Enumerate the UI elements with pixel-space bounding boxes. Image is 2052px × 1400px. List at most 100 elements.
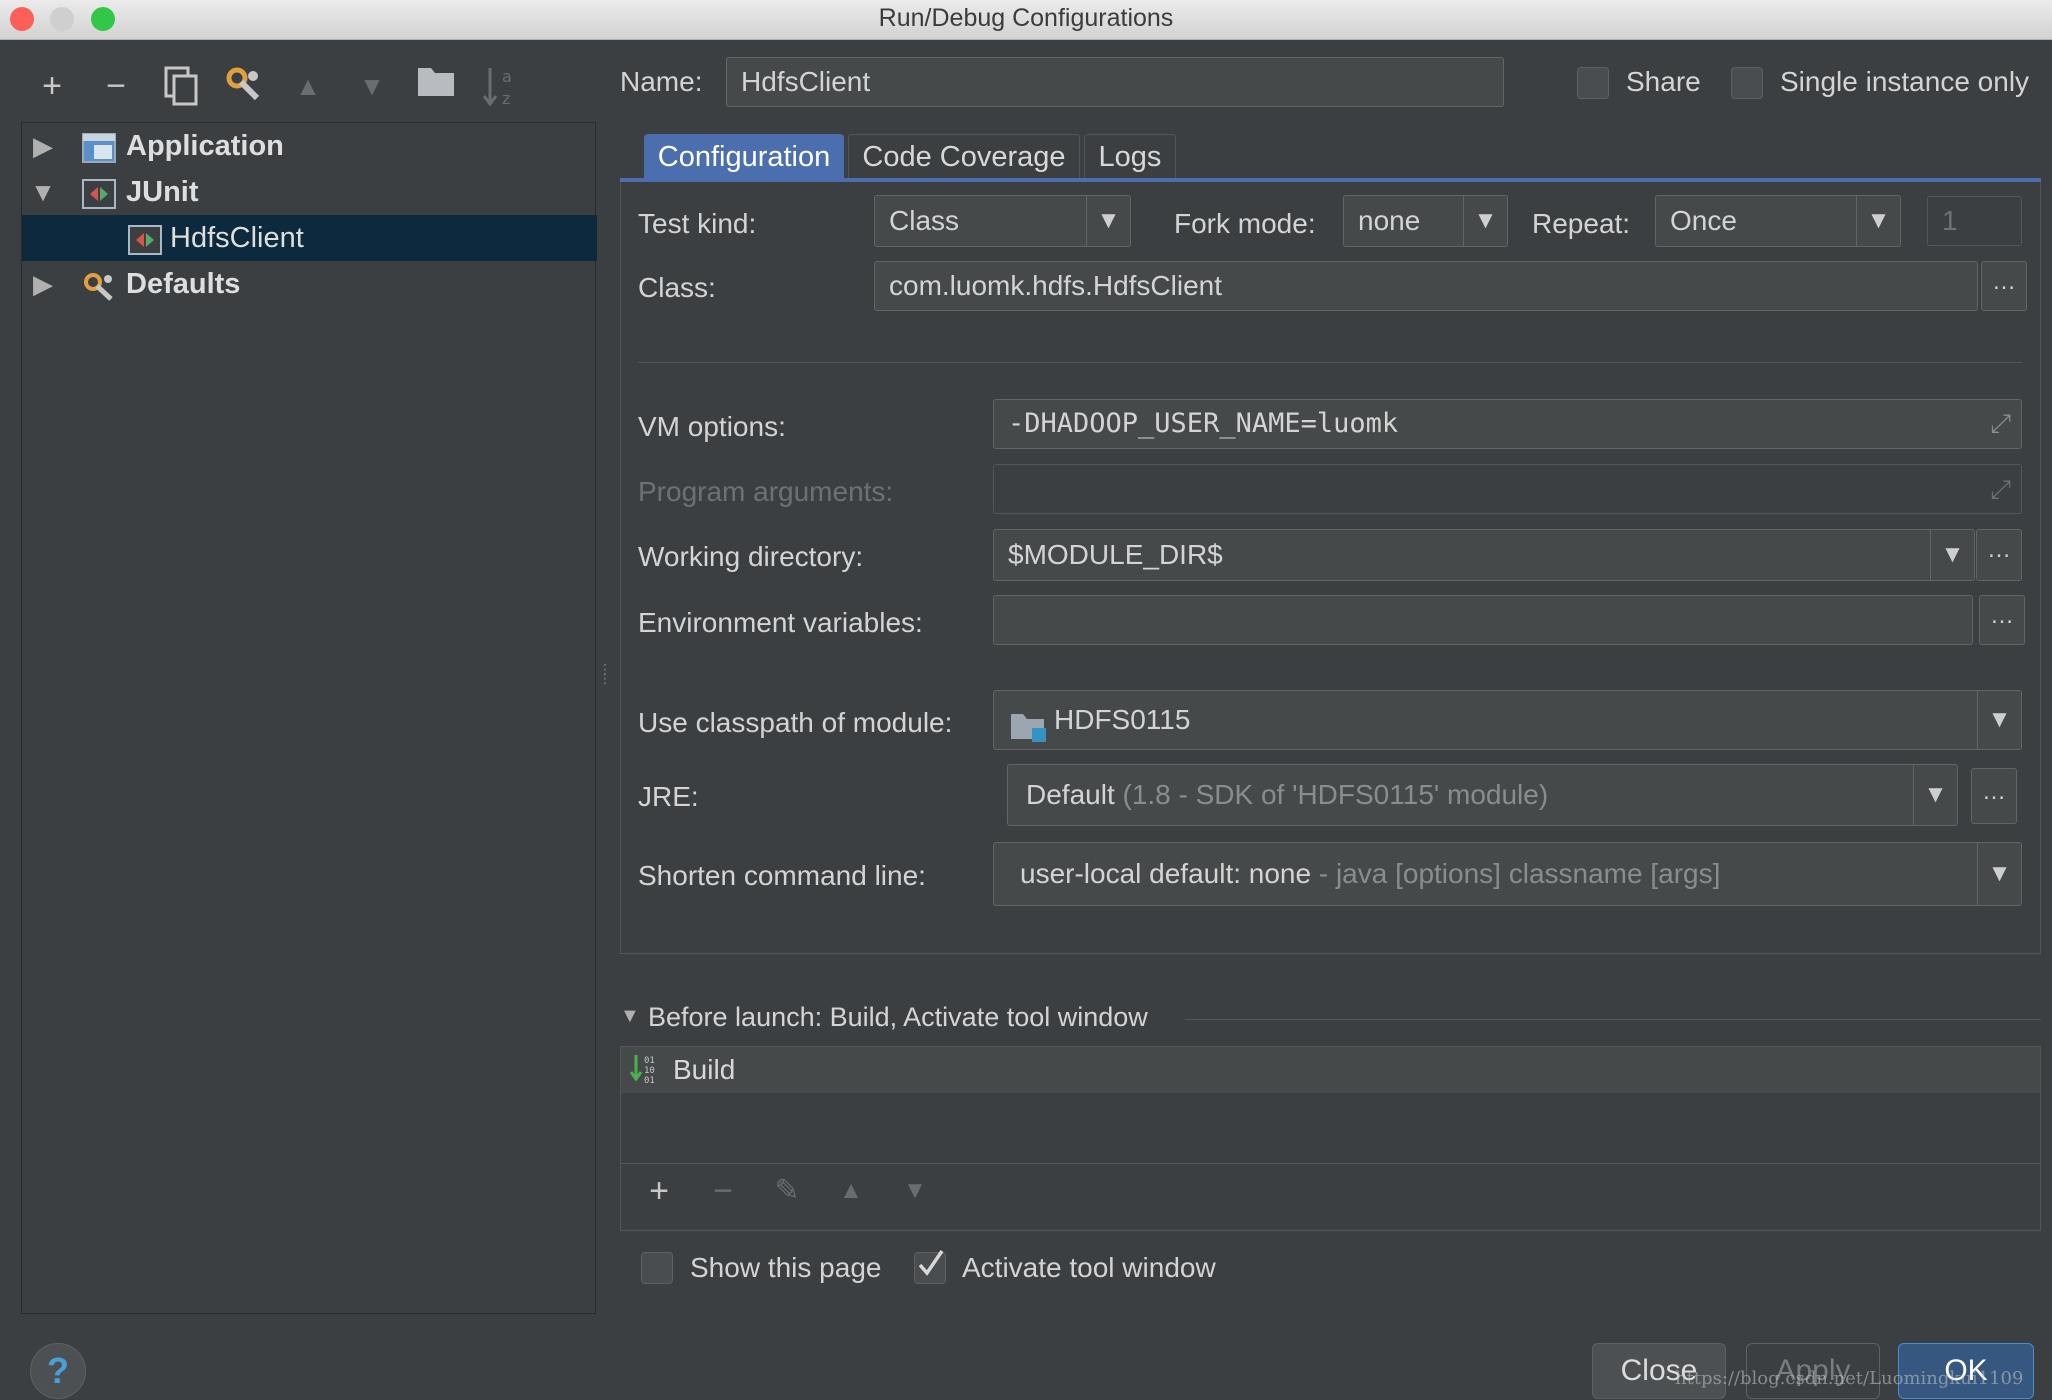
tree-item-label: HdfsClient <box>170 222 304 254</box>
environment-variables-label: Environment variables: <box>638 607 923 638</box>
splitter-handle[interactable]: ⋮ ⋮ <box>598 662 612 705</box>
test-kind-dropdown[interactable]: Class ▼ <box>874 195 1131 247</box>
test-kind-value: Class <box>889 205 960 236</box>
jre-detail: (1.8 - SDK of 'HDFS0115' module) <box>1122 779 1549 810</box>
remove-icon[interactable]: − <box>701 1169 745 1213</box>
defaults-wrench-icon <box>82 269 116 301</box>
program-arguments-input[interactable]: ⤢ <box>993 464 2022 514</box>
separator <box>621 1163 2040 1164</box>
fork-mode-label: Fork mode: <box>1174 208 1316 239</box>
expand-icon[interactable]: ⤢ <box>1990 465 2011 513</box>
activate-tool-window-checkbox[interactable] <box>914 1250 946 1284</box>
sort-icon[interactable]: az <box>478 64 522 108</box>
collapse-arrow-icon[interactable]: ▼ <box>28 169 58 215</box>
single-instance-checkbox[interactable] <box>1731 67 1763 99</box>
module-folder-icon <box>1010 705 1048 742</box>
class-browse-button[interactable]: … <box>1981 261 2027 311</box>
list-item[interactable]: 01 10 01 Build <box>621 1047 2040 1093</box>
chevron-down-icon[interactable]: ▼ <box>1856 196 1900 246</box>
build-icon: 01 10 01 <box>629 1053 663 1087</box>
class-input[interactable]: com.luomk.hdfs.HdfsClient <box>874 261 1978 311</box>
remove-icon[interactable]: − <box>94 64 138 108</box>
working-directory-browse-button[interactable]: … <box>1976 529 2022 581</box>
svg-text:a: a <box>502 67 512 86</box>
add-icon[interactable]: + <box>637 1169 681 1213</box>
watermark: https://blog.csdn.net/Luomingkui1109 <box>1675 1368 2024 1389</box>
before-launch-list: 01 10 01 Build + − ✎ ▲ ▼ <box>620 1046 2041 1231</box>
repeat-count-input[interactable]: 1 <box>1927 196 2022 246</box>
repeat-value: Once <box>1670 205 1737 236</box>
environment-variables-browse-button[interactable]: … <box>1979 595 2025 645</box>
classpath-module-value: HDFS0115 <box>1054 704 1191 735</box>
show-this-page-label: Show this page <box>690 1252 882 1283</box>
name-input[interactable]: HdfsClient <box>726 57 1504 107</box>
fork-mode-value: none <box>1358 205 1421 236</box>
tab-logs[interactable]: Logs <box>1084 134 1176 180</box>
move-down-icon[interactable]: ▼ <box>350 64 394 108</box>
show-this-page-checkbox[interactable] <box>641 1252 673 1284</box>
chevron-down-icon[interactable]: ▼ <box>1913 765 1957 825</box>
build-label: Build <box>673 1054 736 1085</box>
vm-options-value: -DHADOOP_USER_NAME=luomk <box>1008 408 1399 439</box>
svg-text:z: z <box>502 89 510 108</box>
shorten-command-line-value: user-local default: none <box>1020 858 1312 889</box>
program-arguments-label: Program arguments: <box>638 476 894 507</box>
svg-text:10: 10 <box>644 1066 655 1076</box>
move-down-icon[interactable]: ▼ <box>893 1169 937 1213</box>
move-up-icon[interactable]: ▲ <box>286 64 330 108</box>
repeat-label: Repeat: <box>1532 208 1631 239</box>
classpath-module-dropdown[interactable]: HDFS0115 ▼ <box>993 690 2022 750</box>
edit-icon[interactable]: ✎ <box>765 1169 809 1213</box>
jre-label: JRE: <box>638 781 699 812</box>
add-icon[interactable]: + <box>30 64 74 108</box>
help-button[interactable]: ? <box>30 1343 86 1399</box>
shorten-command-line-detail: - java [options] classname [args] <box>1318 858 1721 889</box>
folder-icon[interactable] <box>414 64 458 108</box>
wrench-icon[interactable] <box>222 64 266 108</box>
copy-icon[interactable] <box>158 64 202 108</box>
chevron-down-icon[interactable]: ▼ <box>1086 196 1130 246</box>
tab-code-coverage[interactable]: Code Coverage <box>848 134 1080 180</box>
shorten-command-line-dropdown[interactable]: user-local default: none - java [options… <box>993 842 2022 906</box>
expand-arrow-icon[interactable]: ▶ <box>28 123 58 169</box>
window-title: Run/Debug Configurations <box>878 4 1174 32</box>
jre-browse-button[interactable]: … <box>1971 768 2017 824</box>
tree-item-defaults[interactable]: ▶ Defaults <box>22 261 597 307</box>
collapse-triangle-icon[interactable]: ▼ <box>620 1005 640 1028</box>
classpath-module-label: Use classpath of module: <box>638 707 953 738</box>
before-launch-title: Before launch: Build, Activate tool wind… <box>648 1002 1148 1032</box>
jre-dropdown[interactable]: Default (1.8 - SDK of 'HDFS0115' module)… <box>1007 764 1958 826</box>
svg-text:01: 01 <box>644 1056 655 1066</box>
name-label: Name: <box>620 66 703 97</box>
separator <box>1185 1019 2041 1020</box>
junit-test-icon <box>128 223 162 255</box>
environment-variables-input[interactable] <box>993 595 1973 645</box>
title-bar: Run/Debug Configurations <box>0 0 2052 40</box>
application-icon <box>82 131 116 163</box>
chevron-down-icon[interactable]: ▼ <box>1977 691 2021 749</box>
move-up-icon[interactable]: ▲ <box>829 1169 873 1213</box>
tree-item-label: Application <box>126 130 284 162</box>
junit-icon <box>82 177 116 209</box>
repeat-dropdown[interactable]: Once ▼ <box>1655 195 1901 247</box>
activate-tool-window-label: Activate tool window <box>962 1252 1216 1283</box>
chevron-down-icon[interactable]: ▼ <box>1463 196 1507 246</box>
tree-item-label: JUnit <box>126 176 199 208</box>
working-directory-dropdown[interactable]: $MODULE_DIR$ ▼ <box>993 529 1975 581</box>
expand-arrow-icon[interactable]: ▶ <box>28 261 58 307</box>
single-instance-label: Single instance only <box>1780 66 2030 97</box>
share-checkbox[interactable] <box>1577 67 1609 99</box>
fork-mode-dropdown[interactable]: none ▼ <box>1343 195 1508 247</box>
checkmark-icon <box>918 1250 944 1276</box>
tree-item-application[interactable]: ▶ Application <box>22 123 597 169</box>
vm-options-input[interactable]: -DHADOOP_USER_NAME=luomk ⤢ <box>993 399 2022 449</box>
expand-icon[interactable]: ⤢ <box>1990 400 2011 448</box>
tree-item-label: Defaults <box>126 268 241 300</box>
test-kind-label: Test kind: <box>638 208 757 239</box>
tree-item-junit[interactable]: ▼ JUnit <box>22 169 597 215</box>
vm-options-label: VM options: <box>638 411 786 442</box>
chevron-down-icon[interactable]: ▼ <box>1930 530 1974 580</box>
tab-configuration[interactable]: Configuration <box>644 134 844 180</box>
tree-item-hdfsclient[interactable]: HdfsClient <box>22 215 597 261</box>
chevron-down-icon[interactable]: ▼ <box>1977 843 2021 905</box>
